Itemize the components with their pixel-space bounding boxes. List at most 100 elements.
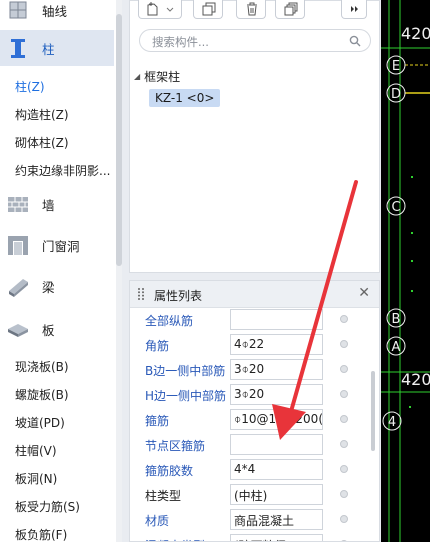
property-value-field[interactable]: 商品混凝土 [230, 509, 323, 530]
delete-component-button[interactable] [236, 0, 266, 19]
drawing-canvas[interactable]: E D C B A 4 420 420 [381, 0, 430, 542]
axis-label: 4 [388, 415, 396, 430]
component-search-box[interactable] [139, 29, 371, 52]
property-value-field[interactable]: 3⌽20 [230, 384, 323, 405]
search-icon[interactable] [349, 35, 361, 47]
canvas-marker [409, 406, 411, 408]
sidebar-item-constrained-edge[interactable]: 约束边缘非阴影... [0, 156, 114, 184]
property-attach-indicator[interactable] [340, 415, 348, 423]
beam-icon [9, 279, 28, 297]
property-row[interactable]: 混凝土类型 (碎石粒径... [130, 533, 370, 541]
property-name: 角筋 [145, 339, 170, 353]
property-value-field[interactable]: (中柱) [230, 484, 323, 505]
property-row[interactable]: B边一侧中部筋 3⌽20 [130, 358, 370, 382]
component-sidebar: 轴线 柱 柱(Z) 构造柱(Z) 砌体柱(Z) 约束边缘非阴影... 墙 门窗洞… [0, 0, 122, 542]
new-file-icon [147, 2, 174, 16]
axis-label: B [392, 312, 401, 327]
property-name: H边一侧中部筋 [145, 389, 227, 403]
axis-grid-icon [9, 1, 27, 19]
sidebar-category-label: 板 [42, 323, 55, 338]
property-attach-indicator[interactable] [340, 465, 348, 473]
property-row[interactable]: 全部纵筋 [130, 308, 370, 332]
tree-group-frame-column[interactable]: ◢ 框架柱 [134, 68, 180, 85]
property-row[interactable]: H边一侧中部筋 3⌽20 [130, 383, 370, 407]
sidebar-item-masonry-column[interactable]: 砌体柱(Z) [0, 128, 114, 156]
property-attach-indicator[interactable] [340, 515, 348, 523]
property-attach-indicator[interactable] [340, 440, 348, 448]
property-name: 柱类型 [145, 489, 182, 503]
canvas-marker [411, 232, 413, 234]
search-input[interactable] [150, 33, 344, 50]
sidebar-item-constructional-column[interactable]: 构造柱(Z) [0, 100, 114, 128]
sidebar-item-cast-slab[interactable]: 现浇板(B) [0, 352, 114, 380]
sidebar-item-label: 坡道(PD) [15, 416, 65, 430]
property-attach-indicator[interactable] [340, 390, 348, 398]
sidebar-item-label: 柱(Z) [15, 80, 45, 94]
copy-icon [202, 2, 216, 16]
sidebar-item-label: 砌体柱(Z) [15, 136, 69, 150]
new-component-button[interactable] [138, 0, 182, 19]
axis-label: E [392, 59, 400, 74]
property-name: 材质 [145, 514, 170, 528]
sidebar-item-label: 板负筋(F) [15, 528, 68, 542]
sidebar-category-column[interactable]: 柱 [0, 30, 114, 66]
sidebar-item-spiral-slab[interactable]: 螺旋板(B) [0, 380, 114, 408]
sidebar-item-slab-negative-rebar[interactable]: 板负筋(F) [0, 520, 114, 542]
property-row[interactable]: 箍筋 ⌽10@100/200( [130, 408, 370, 432]
axis-label: D [391, 87, 401, 102]
sidebar-category-axis[interactable]: 轴线 [0, 0, 114, 28]
more-tools-button[interactable] [341, 0, 367, 19]
property-attach-indicator[interactable] [340, 365, 348, 373]
canvas-marker [411, 176, 413, 178]
property-attach-indicator[interactable] [340, 315, 348, 323]
property-panel-header[interactable]: 属性列表 ✕ [130, 281, 379, 308]
property-name: 箍筋 [145, 414, 170, 428]
layer-copy-button[interactable] [275, 0, 305, 19]
tree-expand-icon[interactable]: ◢ [134, 72, 140, 81]
property-attach-indicator[interactable] [340, 340, 348, 348]
property-panel-title: 属性列表 [154, 289, 203, 303]
sidebar-item-slab-stress-rebar[interactable]: 板受力筋(S) [0, 492, 114, 520]
property-value-field[interactable]: (碎石粒径... [230, 534, 323, 541]
property-name: 节点区箍筋 [145, 439, 206, 453]
sidebar-item-column-cap[interactable]: 柱帽(V) [0, 436, 114, 464]
property-row[interactable]: 柱类型 (中柱) [130, 483, 370, 507]
tree-item-kz1[interactable]: KZ-1 <0> [149, 89, 221, 107]
property-value-field[interactable] [230, 309, 323, 330]
sidebar-item-ramp[interactable]: 坡道(PD) [0, 408, 114, 436]
property-list-panel: 属性列表 ✕ 全部纵筋 角筋 4⌽22 B边一侧中部筋 3⌽20 H边一侧中部筋 3⌽20 箍… [129, 280, 380, 542]
sidebar-scrollbar-thumb[interactable] [116, 14, 122, 266]
property-value-field[interactable]: 3⌽20 [230, 359, 323, 380]
property-attach-indicator[interactable] [340, 490, 348, 498]
sidebar-item-label: 约束边缘非阴影... [15, 164, 111, 178]
sidebar-category-wall[interactable]: 墙 [0, 186, 114, 222]
close-icon[interactable]: ✕ [358, 285, 370, 301]
column-icon [11, 39, 25, 58]
tree-group-label: 框架柱 [144, 70, 181, 84]
property-value-field[interactable] [230, 434, 323, 455]
property-row[interactable]: 节点区箍筋 [130, 433, 370, 457]
sidebar-item-label: 板受力筋(S) [15, 500, 80, 514]
wall-icon [8, 197, 28, 212]
sidebar-category-door-window[interactable]: 门窗洞 [0, 227, 114, 263]
sidebar-scrollbar[interactable] [116, 0, 122, 542]
dimension-label-mid: 420 [401, 370, 430, 389]
sidebar-item-label: 现浇板(B) [15, 360, 69, 374]
sidebar-item-column-z[interactable]: 柱(Z) [0, 72, 114, 100]
canvas-marker [411, 260, 413, 262]
drag-grip-icon[interactable] [138, 288, 144, 300]
property-value-field[interactable]: 4⌽22 [230, 334, 323, 355]
double-chevron-right-icon [351, 6, 358, 12]
property-value-field[interactable]: ⌽10@100/200( [230, 409, 323, 430]
sidebar-category-beam[interactable]: 梁 [0, 268, 114, 304]
property-row[interactable]: 箍筋胶数 4*4 [130, 458, 370, 482]
sidebar-category-slab[interactable]: 板 [0, 311, 114, 347]
sidebar-item-slab-hole[interactable]: 板洞(N) [0, 464, 114, 492]
property-row[interactable]: 角筋 4⌽22 [130, 333, 370, 357]
property-name: B边一侧中部筋 [145, 364, 226, 378]
property-row[interactable]: 材质 商品混凝土 [130, 508, 370, 532]
dimension-label-top: 420 [401, 24, 430, 43]
property-value-field[interactable]: 4*4 [230, 459, 323, 480]
property-scrollbar-thumb[interactable] [371, 371, 375, 451]
copy-component-button[interactable] [193, 0, 223, 19]
